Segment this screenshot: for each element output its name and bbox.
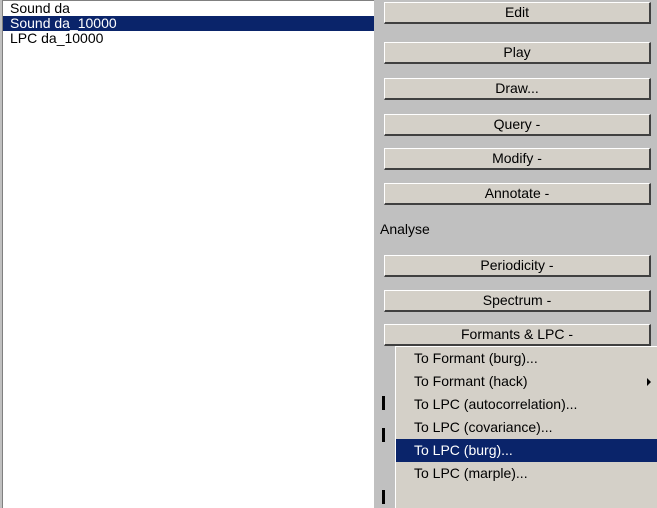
annotate-button[interactable]: Annotate - <box>384 183 651 205</box>
obscured-button-edge <box>382 428 385 442</box>
periodicity-button[interactable]: Periodicity - <box>384 255 651 277</box>
draw-button[interactable]: Draw... <box>384 78 651 100</box>
menu-item-to-lpc-covariance[interactable]: To LPC (covariance)... <box>396 416 657 439</box>
analyse-section-label: Analyse <box>380 221 430 237</box>
obscured-button-edge <box>382 396 385 410</box>
object-list[interactable]: Sound da Sound da_10000 LPC da_10000 <box>2 0 374 508</box>
formants-lpc-menu: To Formant (burg)... To Formant (hack) T… <box>395 346 657 508</box>
menu-item-to-formant-hack[interactable]: To Formant (hack) <box>396 370 657 393</box>
menu-item-label: To Formant (hack) <box>414 373 528 389</box>
submenu-arrow-icon <box>647 378 651 386</box>
spectrum-button[interactable]: Spectrum - <box>384 290 651 312</box>
menu-item-to-lpc-burg[interactable]: To LPC (burg)... <box>396 439 657 462</box>
edit-button[interactable]: Edit <box>384 2 651 24</box>
play-button[interactable]: Play <box>384 42 651 64</box>
modify-button[interactable]: Modify - <box>384 148 651 170</box>
menu-item-to-lpc-marple[interactable]: To LPC (marple)... <box>396 462 657 485</box>
menu-item-to-formant-burg[interactable]: To Formant (burg)... <box>396 347 657 370</box>
obscured-button-edge <box>382 490 385 504</box>
query-button[interactable]: Query - <box>384 114 651 136</box>
list-item-sound-da-10000[interactable]: Sound da_10000 <box>3 16 374 31</box>
menu-item-to-lpc-autocorrelation[interactable]: To LPC (autocorrelation)... <box>396 393 657 416</box>
list-item-sound-da[interactable]: Sound da <box>3 1 374 16</box>
formants-lpc-button[interactable]: Formants & LPC - <box>384 324 651 346</box>
list-item-lpc-da-10000[interactable]: LPC da_10000 <box>3 31 374 46</box>
